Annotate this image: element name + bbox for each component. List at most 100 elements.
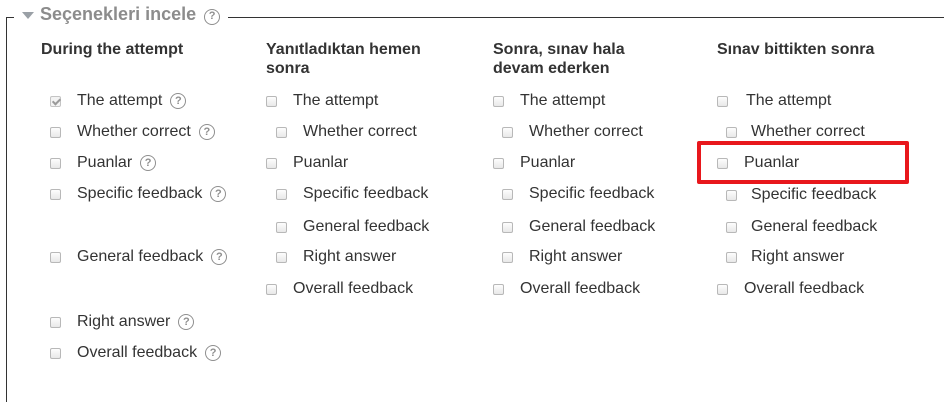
option-label: Specific feedback [529,185,655,202]
option-label: Overall feedback [744,280,865,297]
checkbox[interactable] [493,157,504,169]
option-row[interactable]: Whether correct [276,123,417,141]
option-row[interactable]: Whether correct [726,123,865,141]
checkbox[interactable] [726,189,737,201]
column-during-attempt: During the attempt [41,40,241,59]
option-row[interactable]: Puanlar [266,154,348,172]
option-row[interactable]: The attempt [493,92,605,110]
option-label: General feedback [303,218,430,235]
column-immediately-after: Yanıtladıktan hemen sonra [266,40,456,78]
checkbox[interactable] [726,251,737,263]
option-label: Whether correct [303,123,417,140]
option-label: The attempt [520,92,606,109]
option-row[interactable]: The attempt [717,92,831,110]
checkbox[interactable] [502,188,513,200]
fieldset-border-left [6,17,7,402]
collapse-caret-icon[interactable] [22,12,34,19]
option-label: Whether correct [751,123,865,140]
fieldset-legend[interactable]: Seçenekleri incele ? [14,4,229,25]
option-label: Specific feedback [303,185,429,202]
option-label: Right answer [751,248,845,265]
checkbox[interactable] [266,283,277,295]
option-label: General feedback [529,218,656,235]
option-label: Whether correct [529,123,643,140]
option-row[interactable]: Right answer ? [50,313,195,331]
option-row[interactable]: Puanlar ? [50,154,157,172]
checkbox[interactable] [50,126,61,138]
option-label: Overall feedback [520,280,641,297]
option-row[interactable]: Specific feedback ? [50,185,227,203]
option-label: Overall feedback [293,280,414,297]
option-label: Right answer [529,248,623,265]
option-row[interactable]: The attempt ? [50,92,187,110]
checkbox[interactable] [50,188,61,200]
help-icon[interactable]: ? [170,93,187,109]
option-row[interactable]: The attempt [266,92,378,110]
checkbox[interactable] [493,283,504,295]
column-header: During the attempt [41,41,184,58]
checkbox[interactable] [717,283,728,295]
help-icon[interactable]: ? [178,314,195,330]
option-label: Puanlar [77,154,133,171]
option-row[interactable]: Overall feedback [717,280,864,298]
option-label: Right answer [303,248,397,265]
option-row[interactable]: Right answer [276,248,396,266]
checkbox[interactable] [50,157,61,169]
option-row[interactable]: General feedback [726,218,877,236]
checkbox[interactable] [266,157,277,169]
option-label: Overall feedback [77,344,198,361]
checkbox[interactable] [502,221,513,233]
column-later-while-open: Sonra, sınav hala devam ederken [493,40,663,78]
option-row[interactable]: Puanlar [493,154,575,172]
column-after-quiz-closed: Sınav bittikten sonra [717,40,917,59]
option-label: Specific feedback [77,185,203,202]
option-label: General feedback [77,248,204,265]
option-label: The attempt [746,92,832,109]
option-row[interactable]: Overall feedback [493,280,640,298]
checkbox[interactable] [266,95,277,107]
option-row[interactable]: Specific feedback [502,185,654,203]
option-label: Right answer [77,313,171,330]
option-label: Puanlar [293,154,349,171]
option-row[interactable]: Right answer [726,248,844,266]
highlight-annotation-box [697,141,909,184]
legend-title: Seçenekleri incele [40,4,197,24]
column-header: Sonra, sınav hala devam ederken [493,41,625,77]
option-row[interactable]: General feedback ? [50,248,228,266]
option-label: The attempt [77,92,163,109]
column-header: Yanıtladıktan hemen sonra [266,41,421,77]
help-icon[interactable]: ? [210,186,227,202]
checkbox[interactable] [50,251,61,263]
option-label: The attempt [293,92,379,109]
checkbox[interactable] [50,316,61,328]
checkbox[interactable] [276,126,287,138]
option-row[interactable]: Whether correct ? [50,123,215,141]
checkbox[interactable] [276,188,287,200]
option-label: Puanlar [520,154,576,171]
checkbox[interactable] [276,221,287,233]
option-row[interactable]: Whether correct [502,123,643,141]
option-row[interactable]: Overall feedback ? [50,344,222,362]
option-label: Whether correct [77,123,191,140]
help-icon[interactable]: ? [211,249,228,265]
option-row[interactable]: Overall feedback [266,280,413,298]
checkbox[interactable] [50,347,61,359]
checkbox[interactable] [493,95,504,107]
checkbox[interactable] [502,126,513,138]
help-icon[interactable]: ? [140,155,157,171]
checkbox[interactable] [502,251,513,263]
checkbox[interactable] [276,251,287,263]
checkbox[interactable] [726,221,737,233]
option-row[interactable]: General feedback [276,218,429,236]
option-row[interactable]: Right answer [502,248,622,266]
help-icon[interactable]: ? [198,124,215,140]
option-row[interactable]: Specific feedback [726,186,876,204]
checkbox[interactable] [726,126,737,138]
help-icon[interactable]: ? [205,345,222,361]
option-row[interactable]: Specific feedback [276,185,428,203]
option-row[interactable]: General feedback [502,218,655,236]
checkbox[interactable] [717,95,728,107]
checkbox[interactable] [50,95,61,107]
help-icon[interactable]: ? [204,8,221,25]
column-header: Sınav bittikten sonra [717,41,875,58]
